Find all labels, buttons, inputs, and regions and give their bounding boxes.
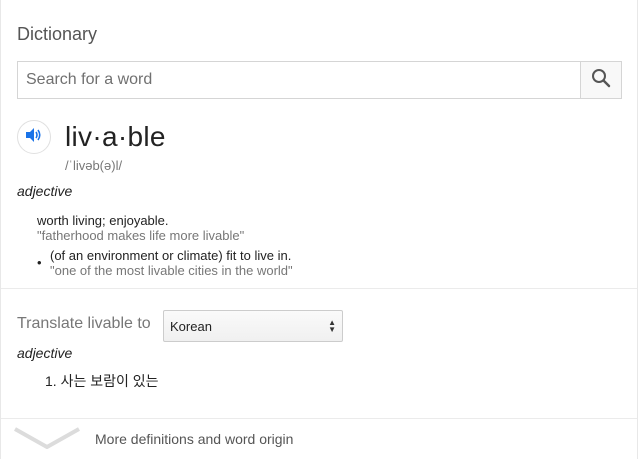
translation-text: 사는 보람이 있는: [60, 373, 159, 389]
definition-1: worth living; enjoyable.: [37, 213, 169, 228]
card-title: Dictionary: [17, 24, 98, 44]
translation-item: 1. 사는 보람이 있는: [45, 371, 159, 391]
definition-2: (of an environment or climate) fit to li…: [50, 248, 292, 263]
pronunciation-button[interactable]: [17, 120, 51, 154]
translate-part-of-speech: adjective: [17, 345, 73, 361]
translate-label: Translate livable to: [17, 315, 151, 332]
search-bar: [17, 61, 622, 99]
search-icon: [591, 68, 611, 93]
more-definitions-label: More definitions and word origin: [95, 431, 294, 447]
headword: liv·a·ble: [65, 121, 166, 152]
language-select-value: Korean: [170, 318, 212, 334]
search-button[interactable]: [580, 62, 621, 98]
search-input[interactable]: [18, 62, 580, 98]
speaker-icon: [25, 127, 43, 148]
language-select[interactable]: Korean ▲ ▼: [163, 310, 343, 342]
dictionary-card: Dictionary liv·a·ble /ˈlivəb(ə)l/ adject…: [0, 0, 638, 459]
more-definitions-button[interactable]: More definitions and word origin: [1, 419, 637, 459]
example-1: "fatherhood makes life more livable": [37, 228, 245, 243]
sub-definition-bullet: •: [37, 255, 42, 270]
select-arrows-icon: ▲ ▼: [328, 318, 336, 334]
part-of-speech: adjective: [17, 183, 73, 199]
section-divider: [1, 288, 637, 289]
translation-number: 1.: [45, 373, 57, 389]
chevron-down-icon: [13, 425, 81, 456]
phonetic-spelling: /ˈlivəb(ə)l/: [65, 158, 123, 173]
example-2: "one of the most livable cities in the w…: [50, 263, 293, 278]
